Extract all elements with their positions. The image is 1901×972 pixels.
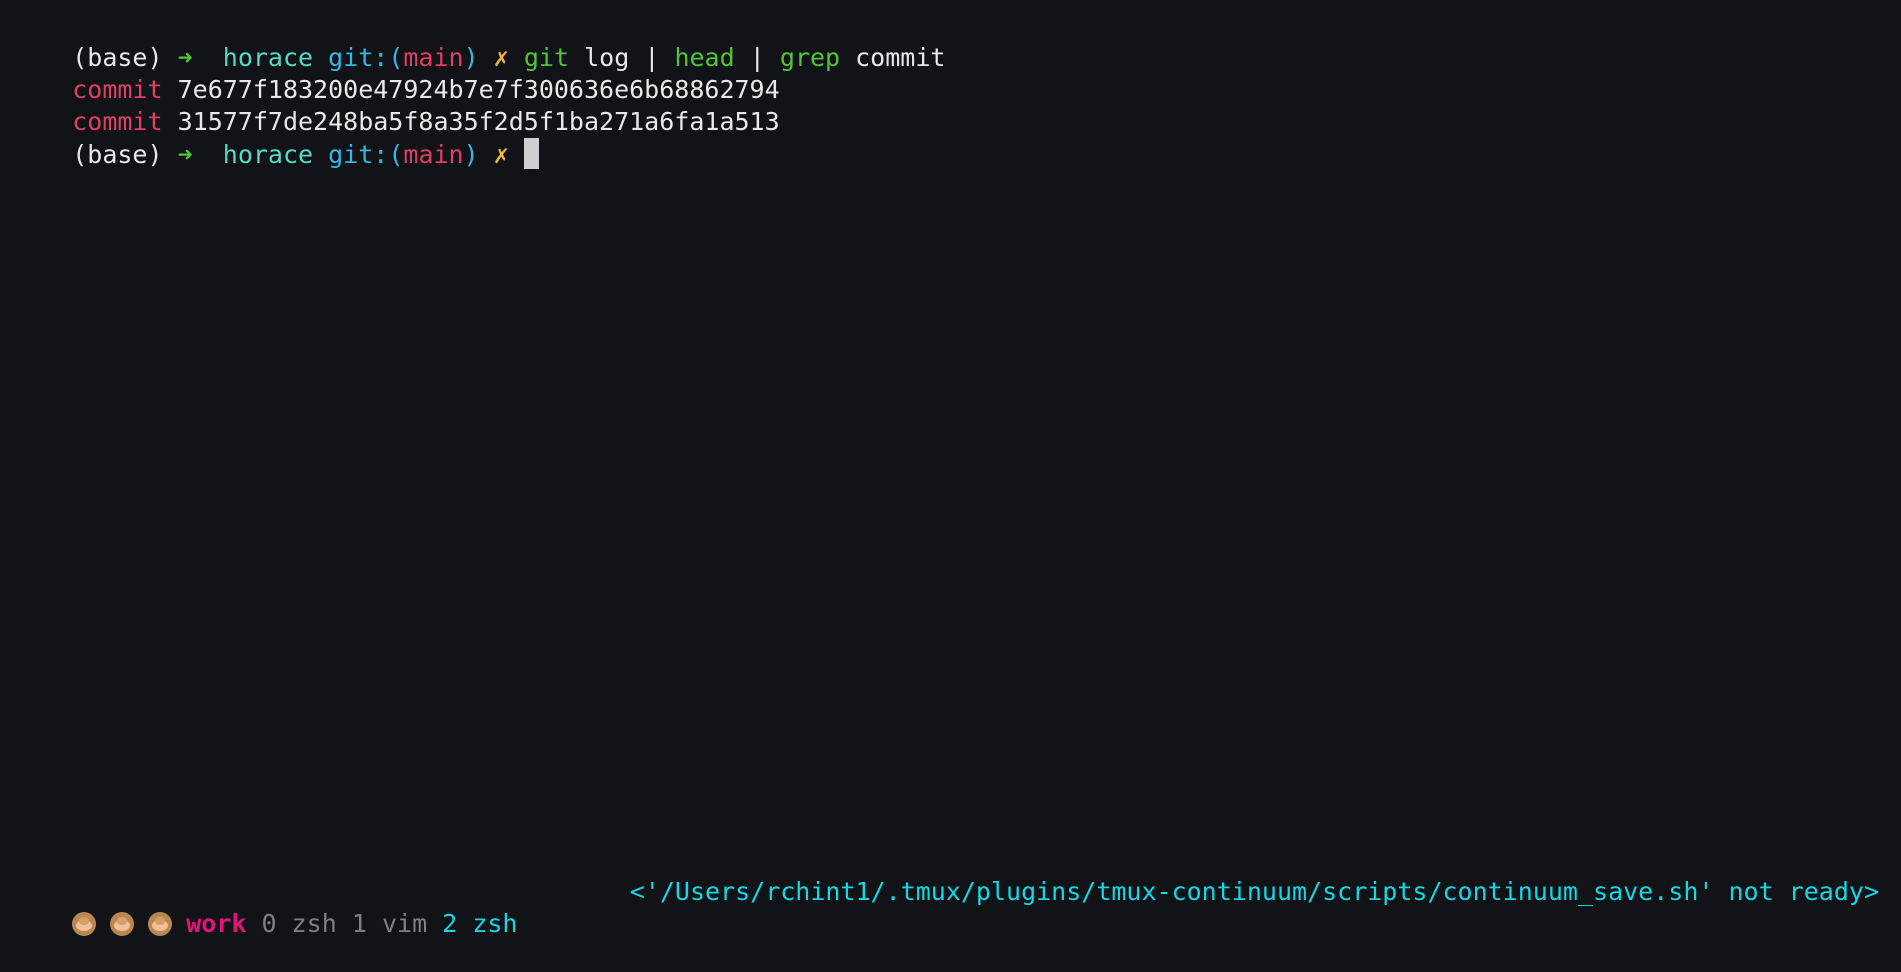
tmux-continuum-message: <'/Users/rchint1/.tmux/plugins/tmux-cont… <box>629 877 1879 906</box>
prompt-arrow: ➜ <box>177 140 193 169</box>
command-line: (base) ➜ horace git:(main) ✗ git log | h… <box>12 10 1889 72</box>
tmux-window-index-1[interactable]: 1 <box>352 909 367 938</box>
dirty-marker: ✗ <box>493 140 509 169</box>
git-branch: main <box>403 43 464 72</box>
tmux-window-name-0[interactable]: zsh <box>292 909 337 938</box>
tmux-window-index-2[interactable]: 2 <box>442 909 457 938</box>
git-label: git:( <box>328 43 404 72</box>
terminal-window[interactable]: (base) ➜ horace git:(main) ✗ git log | h… <box>12 10 1889 169</box>
tmux-status-bar: work 0 zsh 1 vim 2 zsh <'/Users/rchint1/… <box>12 876 1879 938</box>
see-no-evil-monkey-icon <box>72 912 97 936</box>
tmux-window-name-2[interactable]: zsh <box>472 909 517 938</box>
current-directory: horace <box>222 140 314 169</box>
tmux-window-list: work 0 zsh 1 vim 2 zsh <box>12 876 517 972</box>
speak-no-evil-monkey-icon <box>148 912 173 936</box>
prompt-arrow: ➜ <box>177 43 193 72</box>
hear-no-evil-monkey-icon <box>110 912 135 936</box>
dirty-marker: ✗ <box>493 43 509 72</box>
commit-label: commit <box>72 107 163 136</box>
commit-hash: 31577f7de248ba5f8a35f2d5f1ba271a6fa1a513 <box>177 107 780 136</box>
git-branch: main <box>403 140 464 169</box>
tmux-session-name: work <box>186 909 247 938</box>
command-head: head <box>674 43 735 72</box>
git-label: git:( <box>328 140 404 169</box>
conda-env: (base) <box>72 43 163 72</box>
commit-hash: 7e677f183200e47924b7e7f300636e6b68862794 <box>177 75 780 104</box>
command-log: log <box>584 43 630 72</box>
commit-label: commit <box>72 75 163 104</box>
tmux-window-name-1[interactable]: vim <box>382 909 427 938</box>
command-git: git <box>523 43 570 72</box>
git-close: ) <box>463 43 479 72</box>
terminal-cursor[interactable] <box>523 138 539 169</box>
grep-argument: commit <box>855 43 946 72</box>
command-grep: grep <box>779 43 841 72</box>
pipe-symbol: | <box>644 43 660 72</box>
conda-env: (base) <box>72 140 163 169</box>
tmux-window-index-0[interactable]: 0 <box>262 909 277 938</box>
pipe-symbol: | <box>749 43 765 72</box>
git-close: ) <box>463 140 479 169</box>
current-directory: horace <box>222 43 314 72</box>
